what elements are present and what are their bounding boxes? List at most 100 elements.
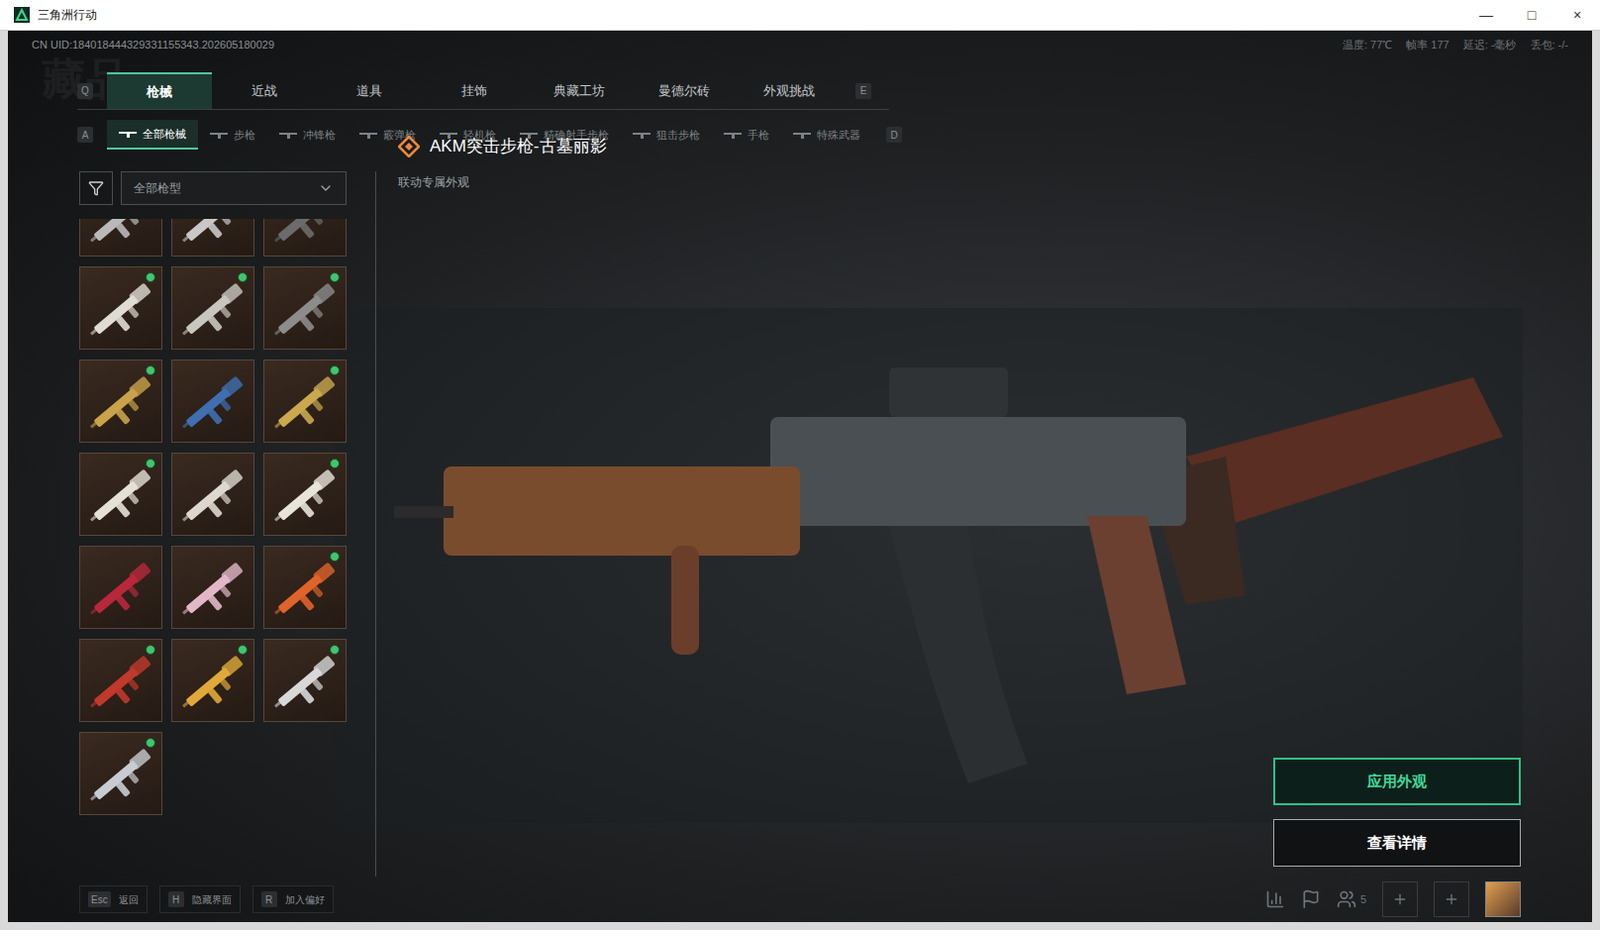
owned-dot bbox=[329, 458, 340, 469]
owned-dot bbox=[329, 272, 340, 283]
window-control[interactable]: × bbox=[1554, 0, 1600, 30]
sub-tab[interactable]: 狙击步枪 bbox=[620, 119, 712, 150]
filter-button[interactable] bbox=[79, 171, 113, 205]
skin-card[interactable] bbox=[171, 452, 255, 536]
sub-tab[interactable]: 步枪 bbox=[198, 119, 268, 150]
key-hint: A bbox=[77, 126, 94, 143]
sub-tab[interactable]: 全部枪械 bbox=[106, 119, 199, 150]
stat-label: 丢包: -/- bbox=[1530, 36, 1570, 54]
owned-dot bbox=[329, 551, 340, 562]
skin-card[interactable] bbox=[263, 266, 347, 350]
skin-card[interactable] bbox=[263, 218, 347, 257]
filter-icon bbox=[88, 180, 104, 197]
skin-card[interactable] bbox=[263, 452, 347, 536]
skin-card[interactable] bbox=[263, 359, 347, 443]
weapon-type-icon bbox=[793, 130, 811, 139]
weapon-type-icon bbox=[209, 130, 228, 139]
main-tab[interactable]: 外观挑战 bbox=[736, 72, 842, 109]
owned-dot bbox=[237, 644, 248, 655]
player-avatar[interactable] bbox=[1485, 881, 1521, 917]
sub-tab[interactable]: 特殊武器 bbox=[781, 119, 873, 150]
key-hint: E bbox=[855, 83, 872, 100]
chevron-down-icon bbox=[317, 180, 334, 197]
window-title: 三角洲行动 bbox=[37, 5, 98, 24]
skin-thumbnail-icon bbox=[172, 453, 256, 537]
skin-card[interactable] bbox=[171, 266, 255, 350]
owned-dot bbox=[329, 644, 340, 655]
skin-card[interactable] bbox=[171, 638, 255, 722]
window-control[interactable]: □ bbox=[1508, 0, 1555, 30]
weapon-type-icon bbox=[118, 129, 137, 138]
stat-label: 温度: 77℃ bbox=[1342, 36, 1393, 54]
main-tab[interactable]: 挂饰 bbox=[421, 72, 527, 109]
skin-card[interactable] bbox=[79, 359, 163, 443]
skin-thumbnail-icon bbox=[172, 360, 256, 444]
skin-title: AKM突击步枪-古墓丽影 bbox=[429, 133, 607, 160]
sub-tab[interactable]: 冲锋枪 bbox=[267, 119, 348, 150]
skin-card[interactable] bbox=[79, 638, 163, 722]
main-tab[interactable]: 典藏工坊 bbox=[526, 72, 632, 109]
owned-dot bbox=[145, 644, 156, 655]
main-tabs: Q 枪械近战道具挂饰典藏工坊曼德尔砖外观挑战 E bbox=[77, 72, 890, 110]
party-slot[interactable] bbox=[1433, 881, 1470, 917]
bottom-bar: Esc返回 H隐藏界面 R加入偏好 5 bbox=[7, 876, 1593, 922]
main-tab[interactable]: 曼德尔砖 bbox=[631, 72, 737, 109]
skin-card[interactable] bbox=[79, 452, 163, 536]
skin-card[interactable] bbox=[79, 218, 163, 257]
app-logo-icon bbox=[13, 6, 30, 23]
owned-dot bbox=[145, 458, 156, 469]
skin-card[interactable] bbox=[171, 218, 255, 257]
weapon-type-icon bbox=[632, 130, 651, 139]
skin-list-panel: 全部枪型 bbox=[79, 171, 377, 877]
plus-icon bbox=[1443, 891, 1460, 907]
party-slot[interactable] bbox=[1382, 881, 1418, 917]
skin-card[interactable] bbox=[79, 266, 163, 350]
apply-button[interactable]: 应用外观 bbox=[1273, 757, 1521, 805]
skin-card[interactable] bbox=[171, 545, 255, 629]
skin-thumbnail-icon bbox=[80, 218, 164, 258]
key-hint: Esc bbox=[88, 891, 111, 907]
sub-tab[interactable]: 霰弹枪 bbox=[347, 119, 428, 150]
friends-icon[interactable] bbox=[1336, 889, 1357, 909]
flag-icon[interactable] bbox=[1300, 889, 1321, 909]
key-hint: Q bbox=[77, 83, 94, 100]
main-tab[interactable]: 近战 bbox=[211, 72, 317, 109]
stat-label: 延迟: -毫秒 bbox=[1463, 36, 1517, 54]
app: 三角洲行动—□×藏品CN UID:184018444329331155343.2… bbox=[0, 0, 1600, 930]
skin-card[interactable] bbox=[79, 545, 163, 629]
weapon-type-icon bbox=[723, 130, 742, 139]
weapon-type-icon bbox=[279, 130, 298, 139]
weapon-type-dropdown[interactable]: 全部枪型 bbox=[120, 171, 347, 205]
title-bar: 三角洲行动 —□× bbox=[0, 0, 1600, 31]
key-hint-item[interactable]: H隐藏界面 bbox=[159, 885, 241, 913]
main-tab[interactable]: 枪械 bbox=[106, 72, 212, 109]
uid-label: CN UID:184018444329331155343.20260518002… bbox=[31, 36, 275, 54]
friends-count: 5 bbox=[1360, 891, 1367, 908]
skin-grid-viewport bbox=[79, 218, 376, 833]
plus-icon bbox=[1392, 891, 1408, 907]
sub-tabs: A全部枪械步枪冲锋枪霰弹枪轻机枪精确射手步枪狙击步枪手枪特殊武器D bbox=[77, 119, 1593, 150]
skin-card[interactable] bbox=[263, 545, 347, 629]
skin-thumbnail-icon bbox=[172, 218, 256, 258]
sub-tab[interactable]: 手枪 bbox=[711, 119, 782, 150]
weapon-render-icon bbox=[334, 268, 1523, 823]
skin-thumbnail-icon bbox=[172, 546, 256, 630]
key-hint-item[interactable]: R加入偏好 bbox=[252, 885, 334, 913]
skin-thumbnail-icon bbox=[80, 546, 164, 630]
skin-thumbnail-icon bbox=[264, 218, 348, 258]
skin-card[interactable] bbox=[79, 731, 163, 815]
skin-card[interactable] bbox=[171, 359, 255, 443]
details-button[interactable]: 查看详情 bbox=[1273, 818, 1521, 867]
rarity-diamond-icon bbox=[398, 135, 420, 158]
main-tab[interactable]: 道具 bbox=[316, 72, 422, 109]
key-hint-item[interactable]: Esc返回 bbox=[79, 885, 148, 913]
stat-label: 帧率 177 bbox=[1405, 36, 1449, 54]
weapon-type-icon bbox=[359, 130, 378, 139]
owned-dot bbox=[145, 272, 156, 283]
owned-dot bbox=[145, 365, 156, 376]
owned-dot bbox=[237, 272, 248, 283]
window-control[interactable]: — bbox=[1463, 0, 1509, 30]
stats-icon[interactable] bbox=[1265, 889, 1286, 909]
skin-card[interactable] bbox=[263, 638, 347, 722]
key-hint: R bbox=[261, 891, 278, 907]
